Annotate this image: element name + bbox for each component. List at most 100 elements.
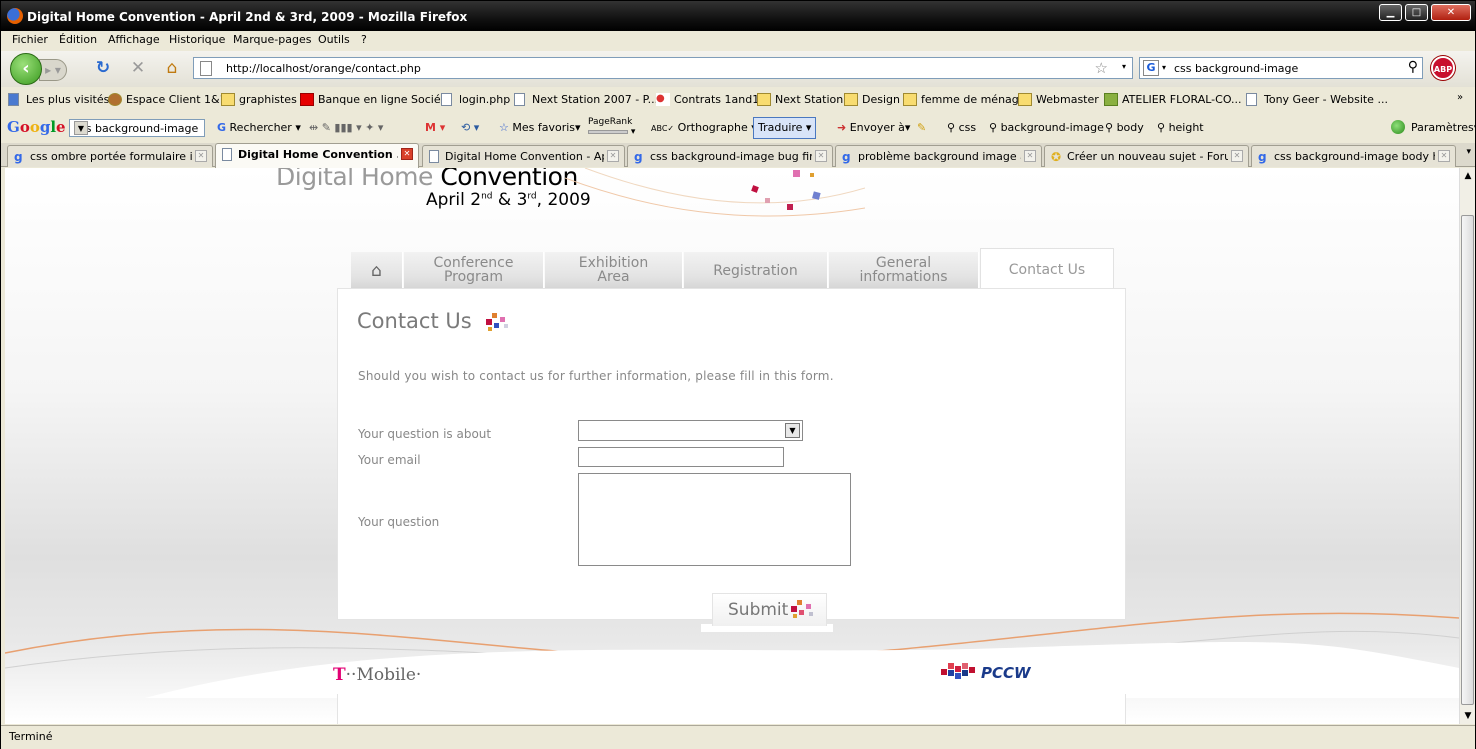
bookmark-most-visited[interactable]: Les plus visités	[8, 93, 109, 106]
bookmark-item[interactable]: ATELIER FLORAL-CO...	[1104, 93, 1242, 106]
pccw-mark-icon	[941, 663, 975, 679]
nav-conference-program[interactable]: Conference Program	[404, 252, 544, 288]
spellcheck-button[interactable]: ABC✓ Orthographe ▾	[651, 121, 757, 134]
tab-list-icon[interactable]: ▾	[1466, 147, 1471, 157]
tab-7[interactable]: g css background-image body h... ✕	[1251, 145, 1456, 167]
scroll-up-arrow[interactable]: ▲	[1460, 168, 1476, 184]
google-engine-icon[interactable]: G	[1143, 60, 1159, 76]
site-navigation: ⌂ Conference Program Exhibition Area Regis…	[351, 248, 1114, 288]
nav-exhibition-area[interactable]: Exhibition Area	[545, 252, 683, 288]
search-term-height[interactable]: ⚲ height	[1157, 121, 1204, 134]
email-field[interactable]	[578, 447, 784, 467]
nav-home[interactable]: ⌂	[351, 252, 403, 288]
close-tab-icon[interactable]: ✕	[401, 148, 413, 160]
tab-5[interactable]: g problème background image a... ✕	[835, 145, 1042, 167]
home-icon[interactable]: ⌂	[161, 57, 183, 79]
url-bar[interactable]: http://localhost/orange/contact.php ☆ ▾	[193, 57, 1133, 79]
firefox-icon	[7, 8, 23, 24]
nav-registration[interactable]: Registration	[684, 252, 828, 288]
tab-3[interactable]: Digital Home Convention - Apri...✕	[422, 145, 625, 167]
tab-1[interactable]: gcss ombre portée formulaire in...✕	[7, 145, 213, 167]
search-term-css[interactable]: ⚲ css	[947, 121, 976, 134]
vertical-scrollbar[interactable]: ▲ ▼	[1459, 168, 1475, 724]
chevron-down-icon[interactable]: ▼	[785, 423, 800, 438]
share-icon[interactable]: ⟲ ▾	[461, 121, 479, 134]
tab-4[interactable]: gcss background-image bug fire...✕	[627, 145, 833, 167]
close-tab-icon[interactable]: ✕	[1438, 150, 1450, 162]
tab-2-active[interactable]: Digital Home Convention ... ✕	[215, 143, 419, 168]
bookmark-folder[interactable]: Design	[844, 93, 900, 106]
engine-dropdown-icon[interactable]: ▾	[1162, 63, 1166, 72]
toolbar-tools-icons[interactable]: ⇹ ✎ ▮▮▮ ▾ ✦ ▾	[309, 121, 383, 134]
menu-historique[interactable]: Historique	[169, 33, 225, 46]
menu-help[interactable]: ?	[361, 33, 367, 46]
bookmark-folder[interactable]: femme de ménage	[903, 93, 1026, 106]
bookmark-item[interactable]: Next Station 2007 - P...	[514, 93, 658, 106]
bookmark-item[interactable]: ● Contrats 1and1	[656, 93, 759, 106]
close-button[interactable]: ✕	[1431, 4, 1471, 21]
google-toolbar: Google css background-image ▼ G Recherche…	[1, 115, 1476, 141]
pagerank-indicator[interactable]: PageRank ▾	[588, 117, 635, 137]
forward-button[interactable]: ▸ ▾	[39, 59, 67, 81]
menu-outils[interactable]: Outils	[318, 33, 350, 46]
url-dropdown-icon[interactable]: ▾	[1122, 62, 1126, 71]
close-tab-icon[interactable]: ✕	[1231, 150, 1243, 162]
bookmark-item[interactable]: login.php	[441, 93, 510, 106]
confetti-icon	[486, 313, 508, 331]
bookmark-item[interactable]: Tony Geer - Website ...	[1246, 93, 1388, 106]
maximize-button[interactable]: □	[1405, 4, 1428, 21]
minimize-button[interactable]: ▁	[1379, 4, 1402, 21]
close-tab-icon[interactable]: ✕	[607, 150, 619, 162]
bookmark-item[interactable]: Banque en ligne Socié...	[300, 93, 451, 106]
question-label: Your question	[358, 515, 440, 529]
back-button[interactable]: ‹	[10, 53, 42, 85]
bookmark-folder[interactable]: graphistes	[221, 93, 297, 106]
chevron-down-icon[interactable]: ▼	[74, 121, 88, 135]
menu-edition[interactable]: Édition	[59, 33, 97, 46]
nav-general-informations[interactable]: General informations	[829, 252, 979, 288]
reload-icon[interactable]: ↻	[92, 57, 114, 79]
send-to-button[interactable]: ➜ Envoyer à▾	[837, 121, 910, 134]
status-bar: Terminé	[1, 725, 1475, 749]
home-icon: ⌂	[371, 261, 382, 281]
event-logo[interactable]: Digital Home Convention	[276, 168, 578, 191]
stop-icon[interactable]: ✕	[127, 57, 149, 79]
gmail-icon[interactable]: M ▾	[425, 121, 445, 134]
question-about-select[interactable]: ▼	[578, 420, 803, 441]
google-logo[interactable]: Google	[7, 118, 66, 136]
close-tab-icon[interactable]: ✕	[1024, 150, 1036, 162]
bookmark-folder[interactable]: Webmaster	[1018, 93, 1099, 106]
menu-affichage[interactable]: Affichage	[108, 33, 160, 46]
submit-button[interactable]: Submit	[712, 593, 827, 626]
scroll-down-arrow[interactable]: ▼	[1460, 708, 1476, 724]
contact-panel: Contact Us Should you wish to contact us…	[337, 288, 1126, 620]
tab-strip: gcss ombre portée formulaire in...✕ Digi…	[1, 143, 1475, 168]
bookmark-item[interactable]: Espace Client 1&1	[108, 93, 227, 106]
overflow-chevron-icon[interactable]: »	[1457, 92, 1463, 103]
search-term-background-image[interactable]: ⚲ background-image	[989, 121, 1104, 134]
pccw-logo[interactable]: PCCW	[981, 664, 1031, 682]
adblock-icon[interactable]: ABP	[1431, 56, 1455, 80]
settings-button[interactable]: Paramètres▾	[1411, 121, 1476, 134]
google-search-button[interactable]: G Rechercher ▾	[217, 121, 301, 134]
search-bar[interactable]: G ▾ css background-image ⚲	[1139, 57, 1423, 79]
search-icon[interactable]: ⚲	[1408, 59, 1418, 75]
menu-fichier[interactable]: Fichier	[12, 33, 48, 46]
close-tab-icon[interactable]: ✕	[195, 150, 207, 162]
bookmark-folder[interactable]: Next Station	[757, 93, 843, 106]
menu-marque-pages[interactable]: Marque-pages	[233, 33, 311, 46]
t-mobile-logo[interactable]: T··Mobile·	[333, 665, 421, 685]
highlight-icon[interactable]: ✎	[917, 121, 926, 134]
scroll-thumb[interactable]	[1461, 215, 1474, 705]
folder-icon	[1018, 93, 1032, 106]
tab-6[interactable]: ✪ Créer un nouveau sujet - Foru... ✕	[1044, 145, 1249, 167]
close-tab-icon[interactable]: ✕	[815, 150, 827, 162]
bookmark-star-icon[interactable]: ☆	[1095, 59, 1108, 77]
google-query-input[interactable]: css background-image ▼	[69, 119, 205, 137]
search-term-body[interactable]: ⚲ body	[1105, 121, 1144, 134]
question-textarea[interactable]	[578, 473, 851, 566]
favorites-button[interactable]: ☆ Mes favoris▾	[499, 121, 581, 134]
nav-contact-us[interactable]: Contact Us	[980, 248, 1114, 288]
question-about-label: Your question is about	[358, 427, 492, 441]
translate-button[interactable]: Traduire ▾	[753, 117, 817, 139]
